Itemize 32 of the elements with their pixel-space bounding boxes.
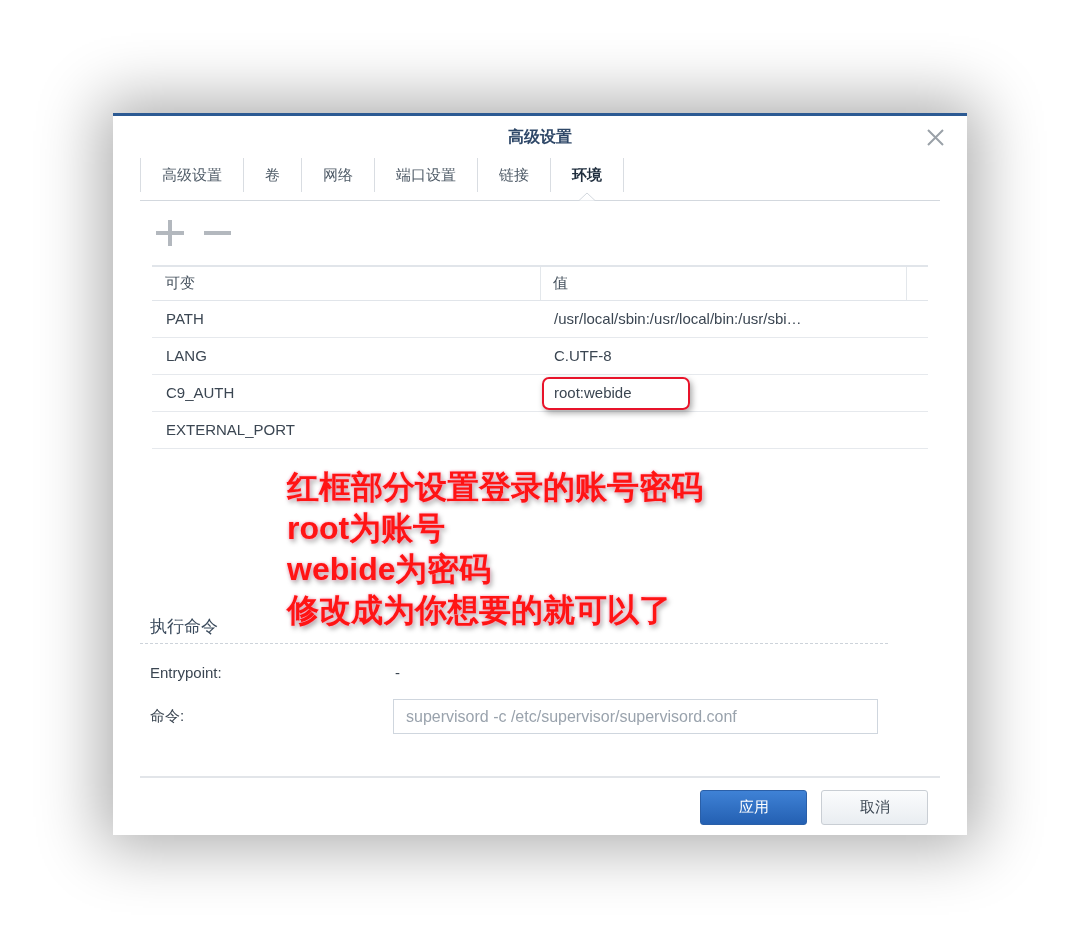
annotation-text: 红框部分设置登录的账号密码 (287, 468, 703, 507)
tab[interactable]: 卷 (244, 158, 301, 201)
table-cell-text: PATH (166, 308, 204, 329)
column-header: 值 (541, 267, 907, 300)
table-cell-text: root:webide (554, 382, 632, 403)
close-icon (927, 128, 944, 146)
column-header: 可变 (152, 267, 541, 300)
table-cell-text: EXTERNAL_PORT (166, 419, 295, 440)
field-label: 命令: (150, 706, 185, 727)
table-cell-text: /usr/local/sbin:/usr/local/bin:/usr/sbi… (554, 308, 802, 329)
tab[interactable]: 网络 (302, 158, 374, 201)
table-cell-text: C9_AUTH (166, 382, 235, 403)
table-cell-text: LANG (166, 345, 207, 366)
tab[interactable]: 端口设置 (375, 158, 477, 201)
annotation-text: webide为密码 (287, 550, 492, 589)
plus-icon (156, 220, 184, 246)
window-title: 高级设置 (508, 127, 572, 147)
remove-button[interactable] (204, 231, 231, 235)
tab[interactable]: 环境 (551, 158, 623, 201)
annotation-text: root为账号 (287, 509, 446, 548)
cancel-button[interactable]: 取消 (821, 790, 928, 825)
section-title: 执行命令 (150, 616, 218, 639)
field-value: - (395, 663, 400, 684)
table-cell-text: C.UTF-8 (554, 345, 612, 366)
add-button[interactable] (156, 220, 184, 246)
minus-icon (204, 231, 231, 235)
field-label: Entrypoint: (150, 663, 222, 684)
tab[interactable]: 高级设置 (141, 158, 243, 201)
annotation-text: 修改成为你想要的就可以了 (287, 591, 671, 630)
tab[interactable]: 链接 (478, 158, 550, 201)
close-button[interactable] (927, 128, 944, 146)
apply-button[interactable]: 应用 (700, 790, 807, 825)
